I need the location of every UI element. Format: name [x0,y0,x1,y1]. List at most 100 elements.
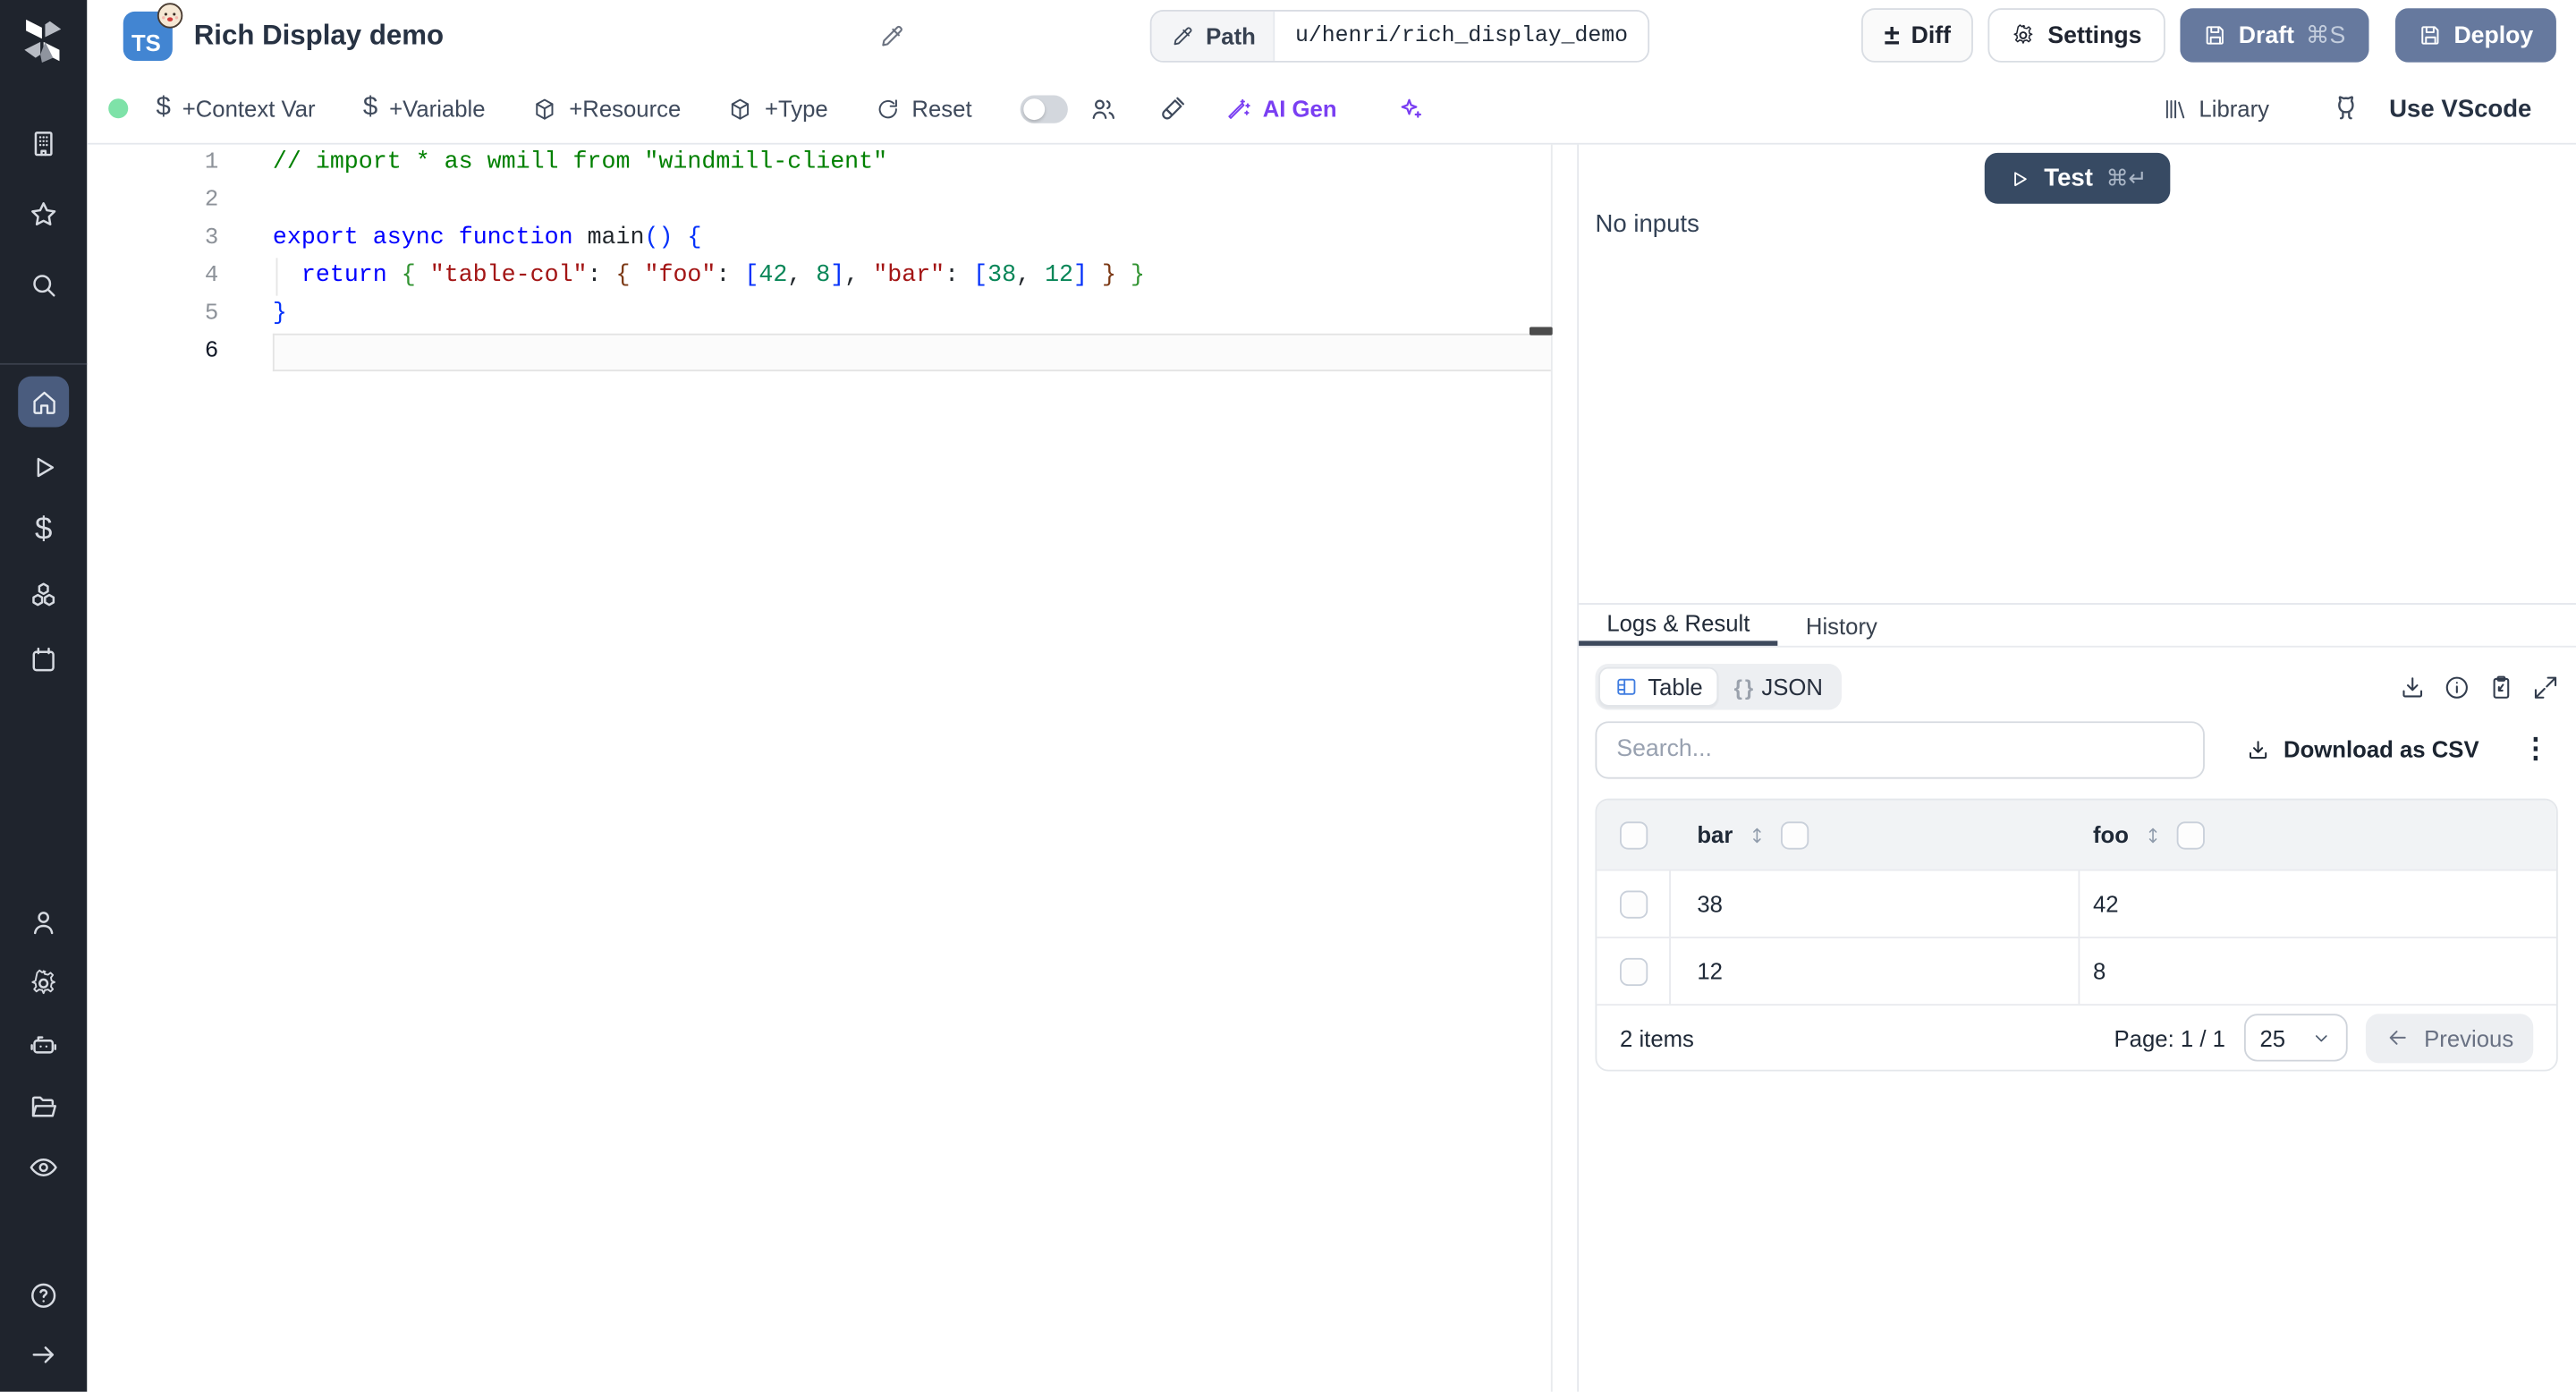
code-line-content[interactable]: // import * as wmill from "windmill-clie… [273,145,1551,182]
add-context-var-button[interactable]: $ +Context Var [156,94,315,123]
save-icon [2420,26,2438,45]
table-footer: 2 items Page: 1 / 1 25 Previous [1597,1004,2556,1069]
code-line-content[interactable] [273,182,1551,220]
users-icon [1091,98,1114,119]
code-line[interactable]: 1 // import * as wmill from "windmill-cli… [87,145,1551,182]
deploy-button[interactable]: Deploy [2394,8,2556,63]
sidebar-item-search[interactable] [0,261,87,307]
previous-page-button[interactable]: Previous [2365,1013,2534,1063]
deploy-button-label: Deploy [2453,21,2534,49]
view-toggle-json[interactable]: { } JSON [1719,667,1837,707]
format-brush-button[interactable] [1157,95,1185,123]
header-actions: ± Diff Settings Draft ⌘S Deploy [1860,8,2556,63]
view-toggle-json-label: JSON [1761,674,1823,700]
select-all-checkbox[interactable] [1620,820,1648,849]
row-checkbox[interactable] [1619,956,1648,986]
use-vscode-button[interactable]: Use VScode [2332,94,2531,123]
toggle-knob [1022,98,1045,120]
play-icon [37,456,55,477]
sidebar-item-settings[interactable] [0,960,87,1006]
refresh-icon [878,98,897,118]
add-type-button[interactable]: +Type [729,96,828,122]
sidebar-item-users[interactable] [0,899,87,945]
dollar-icon: $ [34,513,53,547]
sidebar-item-variables[interactable]: $ [0,508,87,554]
code-lines: 1 // import * as wmill from "windmill-cli… [87,145,1551,372]
code-editor[interactable]: 1 // import * as wmill from "windmill-cli… [87,144,1553,1392]
add-variable-button[interactable]: $ +Variable [363,94,486,123]
expand-icon[interactable] [2531,673,2559,700]
kebab-menu-icon[interactable]: ⋮ [2521,733,2549,766]
library-button[interactable]: Library [2163,96,2269,122]
multiplayer-button[interactable] [1089,95,1116,123]
tab-logs-result[interactable]: Logs & Result [1579,605,1778,646]
sparkles-button[interactable] [1396,95,1424,123]
path-value: u/henri/rich_display_demo [1275,11,1648,61]
script-emoji-icon [157,3,183,29]
sidebar-item-favorites[interactable] [0,191,87,236]
code-line[interactable]: 3 export async function main() { [87,220,1551,258]
ai-gen-button[interactable]: AI Gen [1226,96,1337,122]
windmill-logo-icon[interactable] [18,16,69,67]
tab-history[interactable]: History [1778,605,1905,646]
plus-minus-icon: ± [1884,20,1900,51]
test-row: Test ⌘↵ [1579,152,2576,204]
code-line[interactable]: 2 [87,182,1551,220]
column-select-checkbox[interactable] [2176,820,2205,849]
code-line[interactable]: 4 return { "table-col": { "foo": [42, 8]… [87,258,1551,295]
path-button[interactable]: Path u/henri/rich_display_demo [1149,10,1649,63]
download-icon[interactable] [2399,673,2427,700]
sidebar-item-resources[interactable] [0,572,87,617]
robot-icon [30,1035,56,1053]
editor-scrollbar-marker[interactable] [1529,327,1553,335]
sidebar-item-workers[interactable] [0,1022,87,1067]
sidebar-item-schedules[interactable] [0,636,87,682]
edit-summary-pencil-icon[interactable] [877,23,905,51]
code-line-content[interactable]: } [273,296,1551,334]
arrow-right-icon [32,1345,55,1362]
search-input[interactable] [1595,720,2205,778]
diff-mode-toggle[interactable] [1019,94,1068,123]
line-number: 5 [204,301,219,327]
sidebar-item-help[interactable] [0,1272,87,1318]
page-indicator: Page: 1 / 1 [2114,1024,2225,1051]
sidebar-item-audit[interactable] [0,1143,87,1189]
sidebar-item-workspace[interactable] [0,120,87,166]
diff-button[interactable]: ± Diff [1860,8,1974,63]
code-line-content[interactable]: export async function main() { [273,220,1551,258]
page-size-select[interactable]: 25 [2243,1014,2347,1062]
column-select-checkbox[interactable] [1780,820,1809,849]
row-checkbox[interactable] [1619,889,1648,918]
help-circle-icon [31,1282,56,1307]
code-line-content[interactable] [272,333,1551,372]
view-toggle-table[interactable]: Table [1598,666,1720,707]
sidebar-item-home[interactable] [18,376,70,428]
download-csv-button[interactable]: Download as CSV [2246,736,2479,762]
add-resource-button[interactable]: +Resource [533,96,681,122]
table-body: 38 42 12 8 [1597,869,2556,1005]
copy-clipboard-icon[interactable] [2487,673,2515,700]
sort-icon[interactable] [1746,822,1767,847]
sidebar-item-runs[interactable] [0,444,87,489]
draft-shortcut: ⌘S [2305,21,2346,49]
draft-button[interactable]: Draft ⌘S [2179,8,2368,63]
folder-open-icon [31,1095,56,1116]
gear-icon [2014,24,2034,44]
cell-foo: 42 [2092,890,2119,917]
sidebar-item-expand[interactable] [0,1331,87,1377]
toolbar-right: Library Use VScode [2163,94,2576,123]
settings-button[interactable]: Settings [1988,8,2165,63]
status-dot [108,98,129,119]
code-line[interactable]: 5} [87,296,1551,334]
user-icon [33,911,54,934]
reset-button[interactable]: Reset [876,96,972,122]
building-icon [34,131,53,156]
editor-toolbar: $ +Context Var $ +Variable +Resource +Ty… [87,73,2576,145]
sidebar-item-folders[interactable] [0,1082,87,1128]
cell-foo: 8 [2092,957,2106,985]
code-line-content[interactable]: return { "table-col": { "foo": [42, 8], … [273,258,1551,295]
sort-icon[interactable] [2142,822,2164,847]
info-icon[interactable] [2443,673,2470,700]
test-button[interactable]: Test ⌘↵ [1985,152,2170,204]
code-line[interactable]: 6 [87,333,1551,372]
